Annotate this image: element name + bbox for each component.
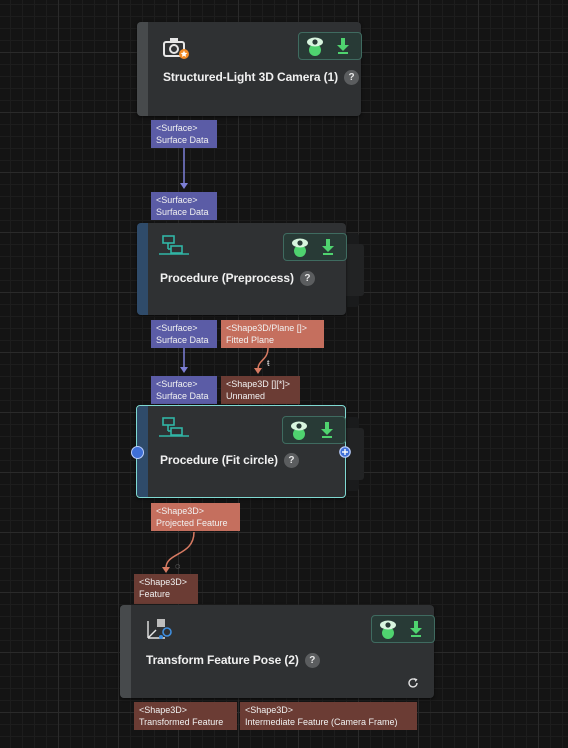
visibility-icon[interactable] (378, 619, 398, 639)
port-name: Surface Data (156, 207, 209, 217)
node-action-buttons (283, 233, 347, 261)
node-title-text: Transform Feature Pose (2) (146, 653, 299, 667)
node-transform-feature-pose[interactable]: Transform Feature Pose (2)? (120, 605, 435, 698)
port-type: <Shape3D> (245, 705, 294, 715)
node-procedure-fit-circle[interactable]: Procedure (Fit circle)? (136, 405, 346, 498)
add-connector-icon[interactable] (339, 446, 351, 458)
port-name: Transformed Feature (139, 717, 224, 727)
download-icon[interactable] (317, 420, 337, 440)
node-title-text: Structured-Light 3D Camera (1) (163, 70, 339, 84)
help-icon[interactable]: ? (299, 271, 315, 287)
output-port-surface-data[interactable]: <Surface> Surface Data (151, 120, 217, 148)
port-type: <Shape3D> (156, 506, 205, 516)
port-name: Surface Data (156, 335, 209, 345)
node-title-text: Procedure (Fit circle) (160, 453, 278, 467)
node-stripe (137, 22, 148, 116)
node-title: Transform Feature Pose (2)? (146, 653, 320, 669)
download-icon[interactable] (406, 619, 426, 639)
node-structured-light-camera[interactable]: Structured-Light 3D Camera (1)? (137, 22, 362, 116)
output-port-transformed-feature[interactable]: <Shape3D> Transformed Feature (134, 702, 237, 730)
node-procedure-preprocess[interactable]: Procedure (Preprocess)? (137, 223, 347, 315)
port-type: <Surface> (156, 195, 198, 205)
input-port-surface-data[interactable]: <Surface> Surface Data (151, 376, 217, 404)
node-title: Procedure (Preprocess)? (160, 271, 315, 287)
node-action-buttons (371, 615, 435, 643)
port-name: Feature (139, 589, 171, 599)
output-port-surface-data[interactable]: <Surface> Surface Data (151, 320, 217, 348)
node-title-text: Procedure (Preprocess) (160, 271, 294, 285)
node-action-buttons (282, 416, 346, 444)
node-stripe (120, 605, 131, 698)
output-port-projected-feature[interactable]: <Shape3D> Projected Feature (151, 503, 240, 531)
port-type: <Shape3D/Plane []> (226, 323, 308, 333)
visibility-icon[interactable] (290, 237, 310, 257)
port-type: <Surface> (156, 323, 198, 333)
loop-marker-icon: ◌ (175, 561, 181, 571)
port-type: <Shape3D> (139, 577, 188, 587)
help-icon[interactable]: ? (304, 653, 320, 669)
arrowhead-icon (162, 567, 170, 573)
procedure-icon (159, 235, 189, 255)
output-port-fitted-plane[interactable]: <Shape3D/Plane []> Fitted Plane (221, 320, 324, 348)
port-name: Unnamed (226, 391, 266, 401)
visibility-icon[interactable] (289, 420, 309, 440)
port-name: Surface Data (156, 135, 209, 145)
input-port-surface-data[interactable]: <Surface> Surface Data (151, 192, 217, 220)
arrowhead-icon (254, 368, 262, 374)
procedure-icon (159, 417, 189, 437)
refresh-icon[interactable] (407, 677, 419, 689)
port-name: Fitted Plane (226, 335, 275, 345)
port-type: <Surface> (156, 379, 198, 389)
port-type: <Shape3D [][*]> (226, 379, 291, 389)
list-marker-icon: ŧ (267, 358, 270, 368)
port-name: Surface Data (156, 391, 209, 401)
arrowhead-icon (180, 183, 188, 189)
arrowhead-icon (180, 367, 188, 373)
download-icon[interactable] (318, 237, 338, 257)
port-type: <Surface> (156, 123, 198, 133)
help-icon[interactable]: ? (283, 453, 299, 469)
node-title: Procedure (Fit circle)? (160, 453, 299, 469)
visibility-icon[interactable] (305, 36, 325, 56)
download-icon[interactable] (333, 36, 353, 56)
camera-icon (163, 38, 189, 59)
port-type: <Shape3D> (139, 705, 188, 715)
output-port-intermediate-feature[interactable]: <Shape3D> Intermediate Feature (Camera F… (240, 702, 417, 730)
node-stripe (137, 223, 148, 315)
port-name: Projected Feature (156, 518, 228, 528)
help-icon[interactable]: ? (344, 70, 360, 86)
port-name: Intermediate Feature (Camera Frame) (245, 717, 398, 727)
input-port-feature[interactable]: <Shape3D> Feature (134, 574, 198, 604)
transform-pose-icon (147, 619, 172, 639)
left-connector-handle[interactable] (131, 446, 144, 459)
node-action-buttons (298, 32, 362, 60)
input-port-unnamed[interactable]: <Shape3D [][*]> Unnamed (221, 376, 300, 404)
node-title: Structured-Light 3D Camera (1)? (163, 70, 360, 86)
